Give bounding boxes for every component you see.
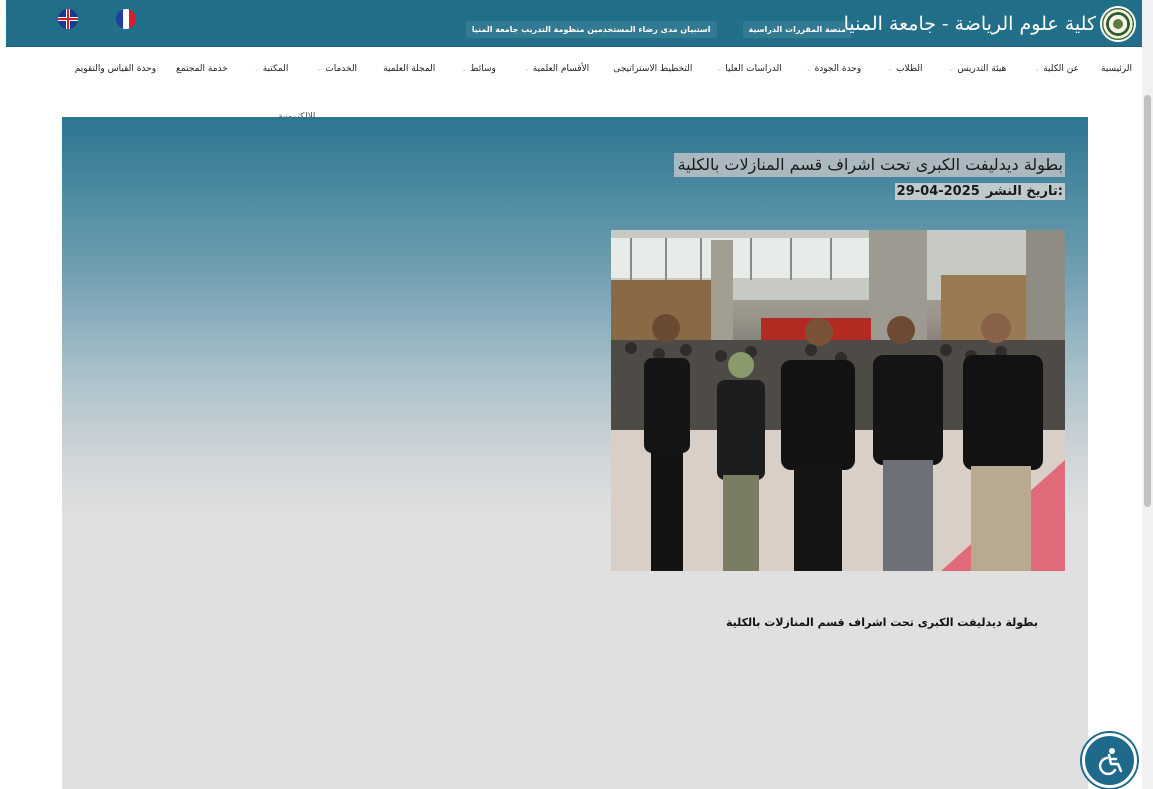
accessibility-button[interactable] xyxy=(1082,733,1137,788)
nav-item-12[interactable]: خدمة المجتمع xyxy=(176,64,228,74)
france-flag-icon[interactable] xyxy=(116,9,136,29)
chevron-down-icon: ⌄ xyxy=(948,65,955,73)
nav-item-0[interactable]: الرئيسية xyxy=(1101,64,1132,74)
chevron-down-icon: ⌄ xyxy=(523,65,530,73)
nav-item-label: المكتبة xyxy=(262,64,289,74)
nav-item-label: هيئة التدريس xyxy=(957,64,1007,74)
nav-item-label: الطلاب xyxy=(896,64,923,74)
courses-platform-link[interactable]: منصة المقررات الدراسية xyxy=(742,21,852,38)
post-title: بطولة ديدليفت الكبرى تحت اشراف قسم المنا… xyxy=(673,153,1065,177)
nav-item-6[interactable]: التخطيط الاستراتيجى xyxy=(613,64,692,74)
post-photo xyxy=(611,230,1065,571)
post-date: تاريخ النشر: 29-04-2025 xyxy=(894,183,1065,200)
nav-item-4[interactable]: وحدة الجودة ⌄ xyxy=(806,64,862,74)
nav-item-9[interactable]: المجلة العلمية xyxy=(383,64,435,74)
chevron-down-icon: ⌄ xyxy=(887,65,894,73)
nav-item-label: الرئيسية xyxy=(1101,64,1132,74)
college-logo-icon xyxy=(1100,6,1136,42)
nav-item-label: وحدة الجودة xyxy=(814,64,862,74)
nav-item-3[interactable]: الطلاب ⌄ xyxy=(887,64,922,74)
chevron-down-icon: ⌄ xyxy=(716,65,723,73)
nav-item-7[interactable]: الأقسام العلمية ⌄ xyxy=(524,64,589,74)
chevron-down-icon: ⌄ xyxy=(1034,65,1041,73)
satisfaction-survey-link[interactable]: استبيان مدى رضاء المستخدمين منظومة التدر… xyxy=(465,21,717,38)
chevron-down-icon: ⌄ xyxy=(253,65,260,73)
nav-item-5[interactable]: الدراسات العليا ⌄ xyxy=(716,64,781,74)
nav-item-8[interactable]: وسائط ⌄ xyxy=(461,64,496,74)
nav-item-label: الخدمات xyxy=(325,64,358,74)
nav-item-13[interactable]: وحدة القياس والتقويم xyxy=(75,64,156,74)
nav-item-label: خدمة المجتمع xyxy=(176,64,228,74)
site-title: كلية علوم الرياضة - جامعة المنيا xyxy=(843,13,1096,35)
nav-item-label: التخطيط الاستراتيجى xyxy=(613,64,693,74)
site-header: منصة المقررات الدراسية استبيان مدى رضاء … xyxy=(6,0,1142,47)
uk-flag-icon[interactable] xyxy=(58,9,78,29)
nav-item-10[interactable]: الخدمات ⌄ xyxy=(316,64,357,74)
wheelchair-icon xyxy=(1098,747,1122,775)
post-date-label: تاريخ النشر: xyxy=(985,184,1063,199)
nav-item-label: الدراسات العليا xyxy=(725,64,782,74)
nav-item-1[interactable]: عن الكلية ⌄ xyxy=(1034,64,1079,74)
nav-item-label: الأقسام العلمية xyxy=(532,64,590,74)
scrollbar-thumb[interactable] xyxy=(1144,95,1151,507)
nav-item-11[interactable]: المكتبة ⌄ xyxy=(254,64,289,74)
chevron-down-icon: ⌄ xyxy=(805,65,812,73)
main-nav: الرئيسية عن الكلية ⌄ هيئة التدريس ⌄ الطلاب ⌄ وح… xyxy=(0,50,1140,122)
nav-item-label: عن الكلية xyxy=(1043,64,1079,74)
post-caption: بطولة ديدليفت الكبرى تحت اشراف قسم المنا… xyxy=(726,616,1038,629)
nav-item-label: المجلة العلمية xyxy=(383,64,436,74)
page-scrollbar[interactable] xyxy=(1142,0,1153,789)
nav-item-label: وحدة القياس والتقويم xyxy=(74,64,157,74)
nav-item-2[interactable]: هيئة التدريس ⌄ xyxy=(949,64,1007,74)
header-links: منصة المقررات الدراسية استبيان مدى رضاء … xyxy=(465,21,852,38)
chevron-down-icon: ⌄ xyxy=(461,65,468,73)
nav-item-label: وسائط xyxy=(470,64,496,74)
nav-list: الرئيسية عن الكلية ⌄ هيئة التدريس ⌄ الطلاب ⌄ وح… xyxy=(65,64,1132,74)
brand[interactable]: كلية علوم الرياضة - جامعة المنيا xyxy=(844,6,1136,42)
post-content: بطولة ديدليفت الكبرى تحت اشراف قسم المنا… xyxy=(62,117,1088,789)
chevron-down-icon: ⌄ xyxy=(316,65,323,73)
post-date-value: 29-04-2025 xyxy=(896,184,980,199)
